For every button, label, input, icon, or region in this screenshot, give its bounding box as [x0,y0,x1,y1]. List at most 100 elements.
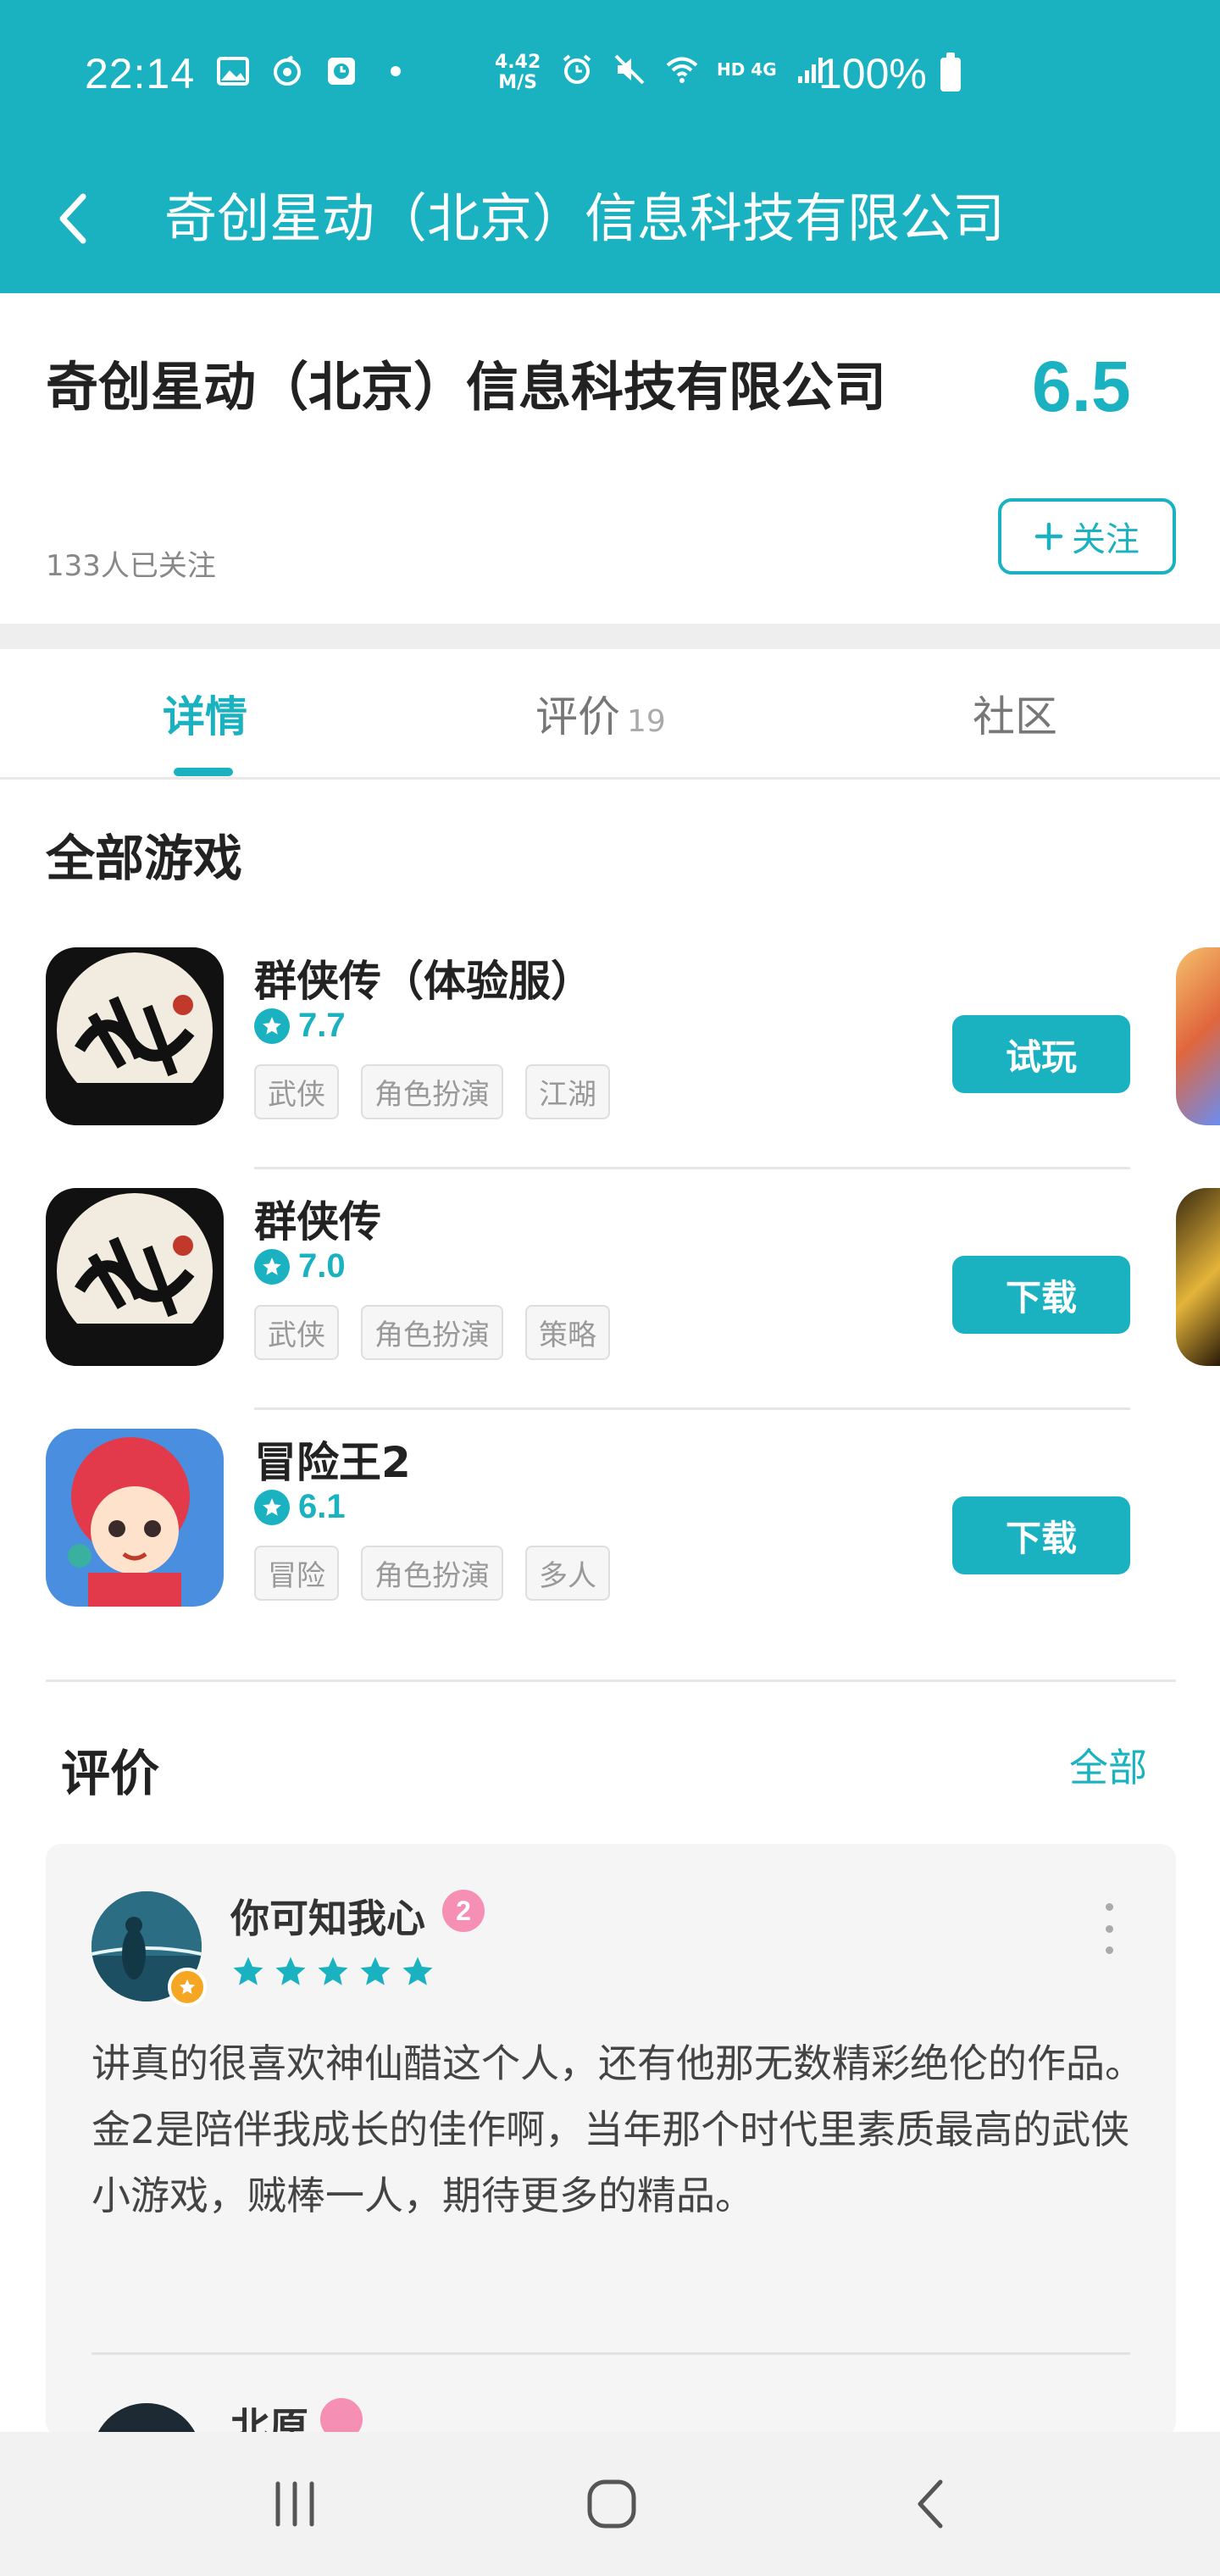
tab-reviews-count: 19 [627,704,666,739]
see-all-reviews-link[interactable]: 全部 [1069,1737,1147,1793]
star-icon [360,1957,391,1985]
games-section-title: 全部游戏 [46,830,243,887]
chevron-left-icon [59,193,86,244]
gallery-icon [217,57,249,86]
carousel-peek-image[interactable] [1176,947,1220,1125]
back-button[interactable] [39,185,107,253]
section-divider [46,1679,1176,1682]
company-score: 6.5 [1032,347,1131,426]
tab-community-label: 社区 [973,692,1057,741]
game-tag[interactable]: 冒险 [254,1546,339,1601]
network-speed: 4.42 M/S [495,53,541,93]
clock-app-icon [328,58,355,85]
star-icon [254,1008,290,1044]
dot-icon [391,66,401,76]
download-button[interactable]: 下载 [952,1256,1130,1334]
game-rating-value: 6.1 [298,1488,346,1525]
carousel-peek-image[interactable] [1176,1188,1220,1366]
game-tag[interactable]: 策略 [525,1305,610,1360]
status-bar: 22:14 4.42 M/S HD 4G 100% [0,0,1220,153]
recent-apps-button[interactable] [252,2466,337,2542]
company-name: 奇创星动（北京）信息科技有限公司 [46,356,887,418]
star-icon [275,1957,306,1985]
reviewer-name[interactable]: 北原 [230,2396,308,2437]
active-tab-indicator [174,768,233,776]
wifi-icon [666,57,698,83]
game-rating: 7.7 [254,1007,346,1045]
home-icon [587,2479,636,2529]
game-name: 冒险王2 [254,1438,411,1487]
game-rating-value: 7.0 [298,1247,346,1285]
section-gap [0,624,1220,649]
network-speed-unit: M/S [498,72,538,93]
game-tags: 武侠 角色扮演 策略 [254,1305,610,1360]
system-nav-bar [0,2432,1220,2576]
star-icon [254,1248,290,1285]
review-text-paragraph: 金2是陪伴我成长的佳作啊，当年那个时代里素质最高的武侠小游戏，贼棒一人，期待更多… [92,2107,1130,2218]
vip-badge-icon [168,1968,207,2007]
download-button[interactable]: 下载 [952,1496,1130,1574]
game-item[interactable]: 群侠传 7.0 武侠 角色扮演 策略 下载 [46,1169,1130,1410]
network-speed-value: 4.42 [495,52,541,73]
tab-details-label: 详情 [163,692,247,741]
game-tags: 冒险 角色扮演 多人 [254,1546,610,1601]
followers-count: 133人已关注 [46,549,216,583]
star-icon [318,1957,348,1985]
mute-icon [614,54,645,85]
game-icon [46,1429,224,1607]
game-tag[interactable]: 江湖 [525,1064,610,1119]
game-rating: 7.0 [254,1247,346,1285]
status-time: 22:14 [85,50,196,97]
review-text-paragraph: 讲真的很喜欢神仙醋这个人，还有他那无数精彩绝伦的作品。 [92,2040,1144,2086]
alarm-icon [563,54,591,84]
game-tag[interactable]: 武侠 [254,1064,339,1119]
home-button[interactable] [569,2466,654,2542]
top-header: 22:14 4.42 M/S HD 4G 100% 奇创星动（北京）信息科技有限… [0,0,1220,293]
recent-apps-icon [275,2481,314,2527]
game-tag[interactable]: 武侠 [254,1305,339,1360]
game-tag[interactable]: 角色扮演 [361,1546,503,1601]
company-header: 奇创星动（北京）信息科技有限公司 6.5 133人已关注 关注 [0,293,1220,624]
status-notification-icons [215,54,413,88]
tab-details[interactable]: 详情 [163,683,247,744]
tab-bar: 详情 评价 19 社区 [0,649,1220,780]
review-stars [230,1954,435,1990]
network-type: HD 4G [717,59,777,80]
tab-reviews-label: 评价 [535,692,620,741]
nav-bar: 奇创星动（北京）信息科技有限公司 [0,153,1220,293]
game-tags: 武侠 角色扮演 江湖 [254,1064,610,1119]
game-tag[interactable]: 角色扮演 [361,1305,503,1360]
star-icon [402,1957,433,1985]
game-icon [46,947,224,1125]
follow-label: 关注 [1072,520,1140,559]
plus-icon [1034,522,1063,551]
game-tag[interactable]: 多人 [525,1546,610,1601]
game-item[interactable]: 群侠传（体验服） 7.7 武侠 角色扮演 江湖 试玩 [46,929,1130,1169]
game-tag[interactable]: 角色扮演 [361,1064,503,1119]
review-divider [92,2352,1130,2355]
nav-title: 奇创星动（北京）信息科技有限公司 [164,187,1006,249]
follow-button[interactable]: 关注 [998,498,1176,575]
review-text[interactable]: 讲真的很喜欢神仙醋这个人，还有他那无数精彩绝伦的作品。 金2是陪伴我成长的佳作啊… [92,2030,1151,2229]
tab-community[interactable]: 社区 [973,683,1057,744]
system-back-button[interactable] [888,2466,973,2542]
game-name: 群侠传（体验服） [254,957,593,1006]
battery-icon [940,53,961,92]
trial-play-button[interactable]: 试玩 [952,1015,1130,1093]
game-item[interactable]: 冒险王2 6.1 冒险 角色扮演 多人 下载 [46,1410,1130,1651]
level-badge: 2 [442,1890,485,1932]
reviewer-name[interactable]: 你可知我心 [230,1888,425,1944]
game-name: 群侠传 [254,1197,381,1246]
sync-icon [274,55,301,86]
star-icon [233,1957,263,1985]
game-rating: 6.1 [254,1488,346,1526]
more-options-icon[interactable] [1096,1903,1122,1954]
star-icon [254,1489,290,1525]
game-icon [46,1188,224,1366]
game-rating-value: 7.7 [298,1007,346,1044]
reviews-section-title: 评价 [61,1745,160,1802]
tab-reviews[interactable]: 评价 19 [535,683,666,744]
battery-percent: 100% [818,50,927,97]
review-card[interactable]: 你可知我心 2 讲真的很喜欢神仙醋这个人，还有他那无数精彩绝伦的作品。 金2是陪… [46,1844,1176,2437]
status-system-icons: HD 4G [559,53,829,86]
